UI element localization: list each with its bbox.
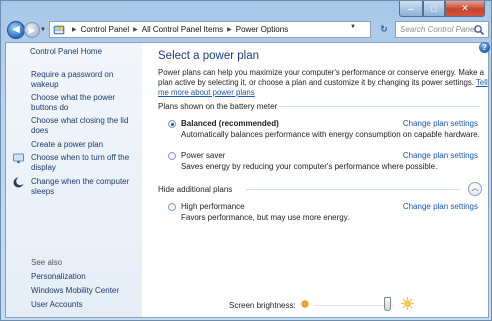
breadcrumb-control-panel[interactable]: Control Panel bbox=[81, 25, 129, 34]
hide-additional-plans-heading[interactable]: Hide additional plans bbox=[158, 185, 232, 194]
breadcrumb-all-items[interactable]: All Control Panel Items bbox=[142, 25, 223, 34]
group-divider bbox=[278, 106, 480, 107]
balanced-plan-desc: Automatically balances performance with … bbox=[181, 130, 480, 139]
see-also-heading: See also bbox=[31, 258, 63, 267]
task-pane: Control Panel Home Require a password on… bbox=[6, 43, 142, 317]
bright-sun-icon bbox=[401, 297, 414, 310]
power-saver-plan-name[interactable]: Power saver bbox=[181, 151, 225, 160]
control-panel-icon bbox=[53, 25, 65, 34]
search-box[interactable]: Search Control Panel bbox=[395, 21, 489, 38]
brightness-bar: Screen brightness: bbox=[6, 294, 490, 317]
breadcrumb-separator-icon: ▶ bbox=[72, 27, 77, 33]
sidebar-control-panel-home[interactable]: Control Panel Home bbox=[30, 47, 138, 57]
breadcrumb-separator-icon: ▶ bbox=[133, 27, 138, 33]
caption-buttons: – □ ✕ bbox=[399, 1, 485, 17]
balanced-plan-name[interactable]: Balanced (recommended) bbox=[181, 119, 279, 128]
help-icon[interactable]: ? bbox=[479, 42, 490, 53]
minimize-button[interactable]: – bbox=[399, 1, 423, 17]
recent-pages-dropdown-icon[interactable]: ▼ bbox=[40, 27, 46, 33]
navigation-bar: ◀ ▶ ▼ ▶ Control Panel ▶ All Control Pane… bbox=[5, 19, 489, 41]
moon-sleep-icon bbox=[13, 177, 24, 188]
balanced-change-settings-link[interactable]: Change plan settings bbox=[403, 119, 478, 128]
group-divider bbox=[246, 189, 460, 190]
sidebar-item-turn-off-display[interactable]: Choose when to turn off the display bbox=[31, 153, 139, 173]
display-icon bbox=[13, 153, 24, 163]
brightness-label: Screen brightness: bbox=[229, 301, 296, 310]
high-performance-change-settings-link[interactable]: Change plan settings bbox=[403, 202, 478, 211]
address-dropdown-icon[interactable]: ▼ bbox=[350, 24, 356, 30]
battery-plans-heading: Plans shown on the battery meter bbox=[158, 102, 278, 111]
brightness-slider-thumb[interactable] bbox=[384, 297, 391, 311]
refresh-icon[interactable]: ↻ bbox=[377, 23, 391, 37]
address-bar[interactable]: ▶ Control Panel ▶ All Control Panel Item… bbox=[49, 21, 371, 38]
sidebar-item-require-password[interactable]: Require a password on wakeup bbox=[31, 70, 139, 90]
collapse-plans-chevron-icon[interactable]: ︿ bbox=[468, 182, 482, 196]
nav-buttons: ◀ ▶ ▼ bbox=[5, 20, 46, 40]
breadcrumb-power-options[interactable]: Power Options bbox=[236, 25, 288, 34]
search-icon[interactable] bbox=[473, 24, 485, 36]
search-input[interactable]: Search Control Panel bbox=[400, 25, 476, 34]
main-pane: ? Select a power plan Power plans can he… bbox=[154, 42, 490, 317]
see-also-personalization[interactable]: Personalization bbox=[31, 272, 139, 282]
maximize-button[interactable]: □ bbox=[423, 1, 445, 17]
sidebar-item-computer-sleeps[interactable]: Change when the computer sleeps bbox=[31, 177, 139, 197]
close-button[interactable]: ✕ bbox=[445, 1, 485, 17]
balanced-radio[interactable] bbox=[168, 120, 176, 128]
sidebar-item-power-buttons[interactable]: Choose what the power buttons do bbox=[31, 93, 139, 113]
power-saver-radio[interactable] bbox=[168, 152, 176, 160]
power-saver-change-settings-link[interactable]: Change plan settings bbox=[403, 151, 478, 160]
brightness-slider-track[interactable] bbox=[314, 305, 394, 306]
power-saver-plan-desc: Saves energy by reducing your computer's… bbox=[181, 162, 438, 171]
back-button[interactable]: ◀ bbox=[7, 21, 25, 39]
window-frame: – □ ✕ ◀ ▶ ▼ ▶ Control Panel ▶ All Contro… bbox=[0, 0, 492, 321]
high-performance-radio[interactable] bbox=[168, 203, 176, 211]
forward-button[interactable]: ▶ bbox=[24, 22, 40, 38]
sidebar-item-closing-lid[interactable]: Choose what closing the lid does bbox=[31, 116, 139, 136]
dim-sun-icon bbox=[301, 300, 309, 308]
high-performance-plan-desc: Favors performance, but may use more ene… bbox=[181, 213, 350, 222]
sidebar-item-create-plan[interactable]: Create a power plan bbox=[31, 140, 139, 150]
intro-text: Power plans can help you maximize your c… bbox=[158, 68, 488, 97]
content-area: Control Panel Home Require a password on… bbox=[5, 42, 490, 318]
breadcrumb-separator-icon: ▶ bbox=[227, 27, 232, 33]
page-title: Select a power plan bbox=[158, 50, 260, 62]
high-performance-plan-name[interactable]: High performance bbox=[181, 202, 245, 211]
